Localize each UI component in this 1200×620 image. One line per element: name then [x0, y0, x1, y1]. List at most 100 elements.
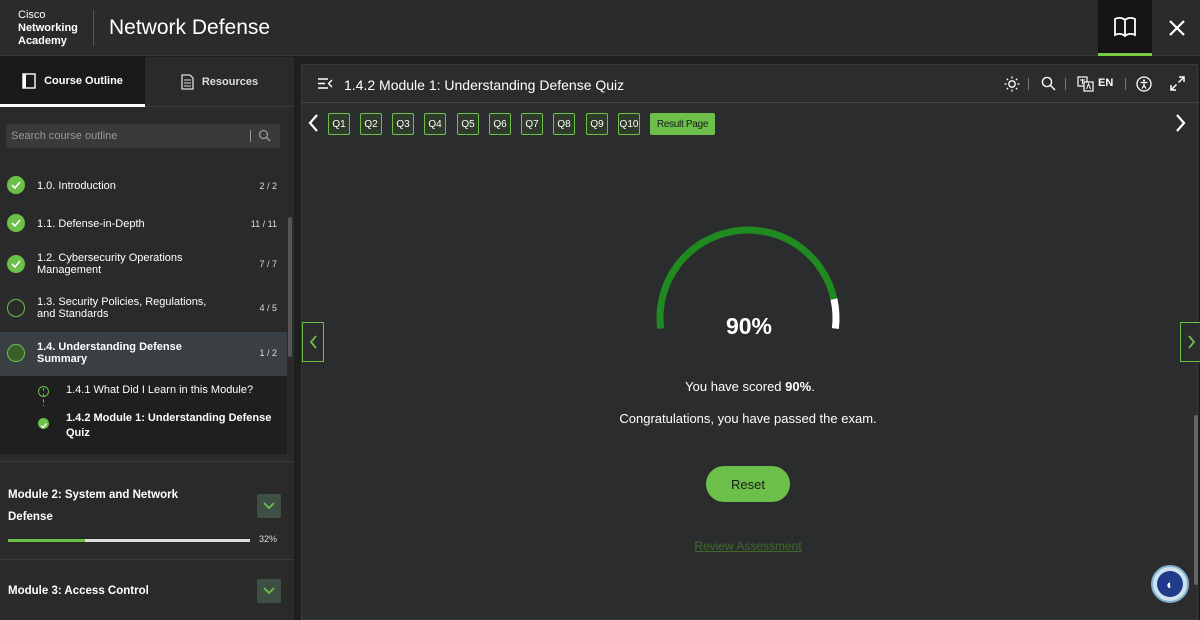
accessibility-icon[interactable]	[1136, 76, 1152, 92]
outline-item-label: 1.0. Introduction	[37, 180, 116, 192]
chevron-down-icon	[263, 502, 275, 510]
subitem-label: 1.4.2 Module 1: Understanding Defense Qu…	[66, 412, 272, 439]
book-button[interactable]	[1098, 0, 1152, 56]
search-input[interactable]	[6, 124, 246, 148]
document-icon	[181, 74, 194, 90]
outline-item-label: 1.2. Cybersecurity Operations Management	[37, 252, 183, 276]
question-button-q10[interactable]: Q10	[618, 113, 640, 135]
subitem-label: 1.4.1 What Did I Learn in this Module?	[66, 384, 254, 396]
score-value: 90%	[785, 379, 812, 394]
score-suffix: .	[811, 379, 815, 394]
chevron-right-icon	[1187, 335, 1195, 349]
module-title: Module 3: Access Control	[8, 585, 149, 597]
next-page-button[interactable]	[1180, 322, 1200, 362]
question-button-q1[interactable]: Q1	[328, 113, 350, 135]
previous-arrow-icon[interactable]	[307, 113, 319, 133]
question-button-q3[interactable]: Q3	[392, 113, 414, 135]
language-selector[interactable]: EN	[1098, 77, 1113, 89]
search-icon[interactable]	[258, 129, 271, 142]
complete-check-icon	[38, 418, 49, 429]
question-button-q5[interactable]: Q5	[457, 113, 479, 135]
question-button-q6[interactable]: Q6	[489, 113, 511, 135]
outline-item-count: 11 / 11	[250, 219, 277, 229]
sidebar-tabs: Course Outline Resources	[0, 57, 294, 107]
page-title: 1.4.2 Module 1: Understanding Defense Qu…	[344, 77, 625, 93]
tab-resources-label: Resources	[201, 76, 259, 88]
progress-connector	[43, 388, 44, 408]
cisco-logo[interactable]: Cisco Networking Academy	[18, 9, 88, 48]
outline-item-count: 1 / 2	[259, 348, 277, 358]
question-nav: Q1 Q2 Q3 Q4 Q5 Q6 Q7 Q8 Q9 Q10 Result Pa…	[302, 103, 1199, 143]
incomplete-circle-icon	[7, 299, 25, 317]
question-button-q8[interactable]: Q8	[553, 113, 575, 135]
question-button-q7[interactable]: Q7	[521, 113, 543, 135]
main-panel: 1.4.2 Module 1: Understanding Defense Qu…	[301, 64, 1200, 620]
score-prefix: You have scored	[685, 379, 786, 394]
outline-item-label: 1.3. Security Policies, Regulations, and…	[37, 296, 207, 320]
outline-item-security-policies[interactable]: 1.3. Security Policies, Regulations, and…	[0, 286, 287, 330]
content-scrollbar[interactable]	[1194, 415, 1198, 585]
translate-icon[interactable]	[1077, 76, 1094, 92]
brand-line-2: Networking	[18, 22, 78, 34]
outline-item-defense-in-depth[interactable]: 1.1. Defense-in-Depth 11 / 11	[0, 204, 287, 242]
sidebar: Course Outline Resources 1.0. Introducti…	[0, 57, 294, 620]
outline-item-defense-summary[interactable]: 1.4. Understanding Defense Summary 1 / 2	[0, 332, 287, 376]
top-bar: Cisco Networking Academy Network Defense	[0, 0, 1200, 56]
search-separator	[250, 130, 251, 142]
outline-item-label: 1.1. Defense-in-Depth	[37, 218, 145, 230]
course-title: Network Defense	[109, 16, 271, 39]
brand-line-3: Academy	[18, 35, 67, 47]
brand-divider	[93, 10, 94, 46]
expand-module-button[interactable]	[257, 494, 281, 518]
outline-item-label: 1.4. Understanding Defense Summary	[37, 341, 182, 365]
outline-item-count: 7 / 7	[259, 259, 277, 269]
reset-button[interactable]: Reset	[706, 466, 790, 502]
header-separator	[1065, 78, 1066, 90]
search-icon[interactable]	[1041, 76, 1056, 91]
expand-icon[interactable]	[1170, 76, 1185, 91]
outline-item-count: 4 / 5	[259, 303, 277, 313]
assistant-icon: ◐	[1157, 571, 1183, 597]
previous-page-button[interactable]	[302, 322, 324, 362]
complete-check-icon	[7, 255, 25, 273]
review-assessment-link[interactable]: Review Assessment	[672, 539, 824, 553]
outline-icon	[22, 72, 36, 89]
header-separator	[1125, 78, 1126, 90]
chevron-down-icon	[263, 587, 275, 595]
module-3[interactable]: Module 3: Access Control	[0, 559, 294, 620]
question-button-q9[interactable]: Q9	[586, 113, 608, 135]
collapse-menu-icon[interactable]	[317, 77, 333, 90]
content-header: 1.4.2 Module 1: Understanding Defense Qu…	[302, 65, 1199, 103]
expand-module-button[interactable]	[257, 579, 281, 603]
outline-item-intro[interactable]: 1.0. Introduction 2 / 2	[0, 166, 287, 204]
brand-line-1: Cisco	[18, 9, 46, 21]
sidebar-scrollbar[interactable]	[288, 217, 292, 357]
course-outline-list: 1.0. Introduction 2 / 2 1.1. Defense-in-…	[0, 166, 287, 456]
current-circle-icon	[7, 344, 25, 362]
module-progress-fill	[8, 539, 86, 542]
result-page-button[interactable]: Result Page	[650, 113, 715, 135]
close-icon	[1169, 20, 1185, 36]
chevron-left-icon	[309, 335, 317, 349]
pass-message: Congratulations, you have passed the exa…	[619, 411, 877, 426]
tab-course-outline-label: Course Outline	[44, 74, 123, 87]
score-message: You have scored 90%.	[582, 379, 918, 394]
outline-search	[6, 124, 280, 148]
score-percent: 90%	[725, 313, 773, 339]
outline-item-cyberops[interactable]: 1.2. Cybersecurity Operations Management…	[0, 242, 287, 286]
tab-course-outline[interactable]: Course Outline	[0, 57, 145, 107]
gauge-track	[830, 298, 840, 329]
subitem-module-quiz[interactable]: 1.4.2 Module 1: Understanding Defense Qu…	[0, 406, 287, 454]
question-button-q4[interactable]: Q4	[424, 113, 446, 135]
module-2[interactable]: Module 2: System and Network Defense 32%	[0, 461, 294, 559]
brightness-icon[interactable]	[1004, 76, 1020, 92]
module-progress-label: 32%	[259, 534, 278, 544]
book-icon	[1114, 16, 1136, 37]
question-button-q2[interactable]: Q2	[360, 113, 382, 135]
module-title: Module 2: System and Network Defense	[8, 489, 178, 523]
tab-resources[interactable]: Resources	[145, 57, 294, 107]
assistant-chat-button[interactable]: ◐	[1151, 565, 1189, 603]
header-separator	[1028, 78, 1029, 90]
close-button[interactable]	[1154, 0, 1200, 56]
next-arrow-icon[interactable]	[1175, 113, 1187, 133]
